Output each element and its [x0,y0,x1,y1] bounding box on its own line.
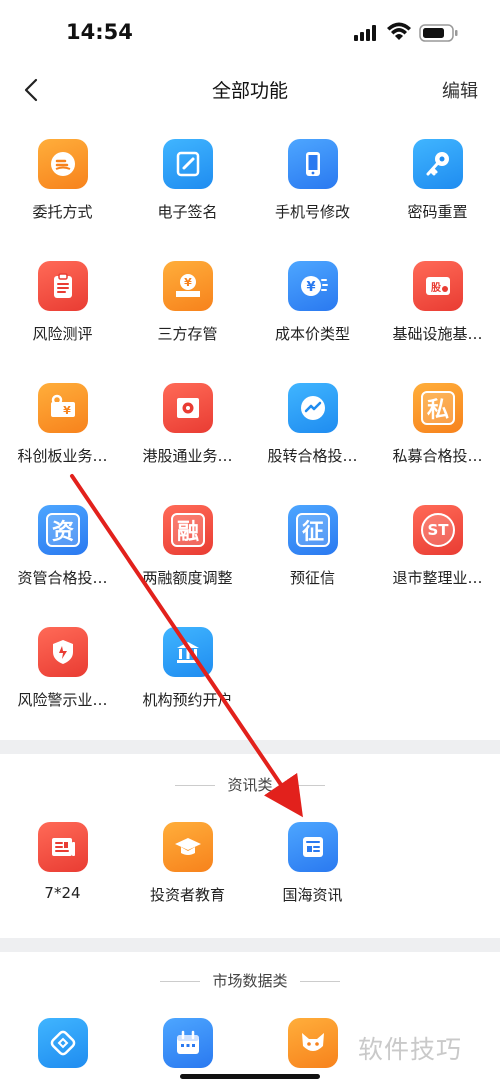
watermark-text: 软件技巧 [358,1035,463,1064]
market-section-title: 市场数据类 [212,972,288,990]
function-item[interactable]: 港股通业务… [125,383,250,493]
warning-shield-icon [38,627,88,677]
function-item-label: 成本价类型 [274,325,350,343]
function-item-label: 风险测评 [32,325,93,343]
clipboard-icon [38,261,88,311]
graduation-cap-icon [163,822,213,872]
function-item[interactable]: ¥ 三方存管 [125,261,250,371]
svg-text:¥: ¥ [306,280,315,295]
margin-icon: 融 [163,505,213,555]
svg-text:股: 股 [431,282,442,294]
function-item-label: 三方存管 [157,325,218,343]
function-item[interactable]: 机构预约开户 [125,627,250,737]
function-item[interactable]: 融两融额度调整 [125,505,250,615]
function-item-label: 风险警示业… [17,691,108,709]
asset-icon: 资 [38,505,88,555]
private-icon: 私 [413,383,463,433]
key-icon [413,139,463,189]
nav-bar: 全部功能 编辑 [0,66,500,114]
function-item-label: 国海资讯 [282,886,343,904]
yen-key-icon: ¥ [38,383,88,433]
cellular-signal-icon [354,25,378,45]
page-title: 全部功能 [211,80,288,102]
function-item[interactable]: ¥ 科创板业务… [0,383,125,493]
fund-card-icon: 股 [413,261,463,311]
function-item-label: 投资者教育 [149,886,225,904]
function-item-label: 资管合格投… [17,569,108,587]
function-item[interactable]: 投资者教育 [125,822,250,932]
credit-shield-icon: 征 [288,505,338,555]
news-card-icon [288,822,338,872]
status-bar: 14:54 [0,0,500,66]
hk-flag-icon [163,383,213,433]
function-item[interactable]: 7*24 [0,822,125,932]
icon-glyph: 资 [46,513,80,547]
function-item[interactable]: 国海资讯 [250,822,375,932]
function-item-label: 机构预约开户 [142,691,233,709]
function-item[interactable]: ¥ 成本价类型 [250,261,375,371]
function-item[interactable]: 征预征信 [250,505,375,615]
icon-glyph: 征 [296,513,330,547]
function-item[interactable]: 风险警示业… [0,627,125,737]
phone-icon [288,139,338,189]
function-item-label: 科创板业务… [17,447,108,465]
news-section-header: 资讯类 [0,774,500,795]
edit-button[interactable]: 编辑 [442,77,478,103]
link-chain-icon [38,1018,88,1068]
wifi-icon [387,22,411,46]
market-section-header: 市场数据类 [0,970,500,991]
function-item-label: 委托方式 [32,203,93,221]
function-item-label: 股转合格投… [267,447,358,465]
calendar-icon [163,1018,213,1068]
svg-text:¥: ¥ [184,276,192,289]
function-item[interactable]: 密码重置 [375,139,500,249]
icon-glyph: 融 [171,513,205,547]
function-item-label: 预征信 [289,569,335,587]
function-item-label: 密码重置 [407,203,468,221]
function-item[interactable]: 电子签名 [125,139,250,249]
function-item-label: 私募合格投… [392,447,483,465]
function-item-label: 电子签名 [157,203,218,221]
function-item-label: 两融额度调整 [142,569,233,587]
function-item-label: 手机号修改 [274,203,350,221]
yen-coin-icon: ¥ [288,261,338,311]
tools-panel: 委托方式 电子签名 手机号修改 密码重置 风险测评 ¥ 三方存管 ¥ 成本价类型股基础设施基… ¥… [0,114,500,740]
st-badge-icon: ST [413,505,463,555]
fox-icon [288,1018,338,1068]
function-item[interactable]: 风险测评 [0,261,125,371]
function-item[interactable]: 私私募合格投… [375,383,500,493]
icon-glyph: 私 [421,391,455,425]
news-section: 资讯类 7*24 投资者教育 国海资讯 [0,754,500,938]
function-item[interactable]: 委托方式 [0,139,125,249]
battery-icon [419,24,459,46]
function-item-label: 退市整理业… [392,569,483,587]
icon-glyph: ST [421,513,455,547]
hand-coin-icon [38,139,88,189]
function-item-label: 港股通业务… [142,447,233,465]
function-item[interactable]: 股转合格投… [250,383,375,493]
function-item[interactable]: 手机号修改 [250,139,375,249]
function-item[interactable]: 资资管合格投… [0,505,125,615]
institution-icon [163,627,213,677]
status-time: 14:54 [66,20,133,44]
trend-chat-icon [288,383,338,433]
newspaper-icon [38,822,88,872]
home-indicator[interactable] [180,1074,320,1079]
function-item-label: 7*24 [44,884,81,902]
money-tray-icon: ¥ [163,261,213,311]
function-item[interactable]: 股基础设施基… [375,261,500,371]
function-item[interactable]: ST 退市整理业… [375,505,500,615]
news-section-title: 资讯类 [227,776,273,794]
function-item-label: 基础设施基… [392,325,483,343]
function-item[interactable] [0,1018,125,1084]
svg-text:¥: ¥ [63,404,71,417]
pen-note-icon [163,139,213,189]
